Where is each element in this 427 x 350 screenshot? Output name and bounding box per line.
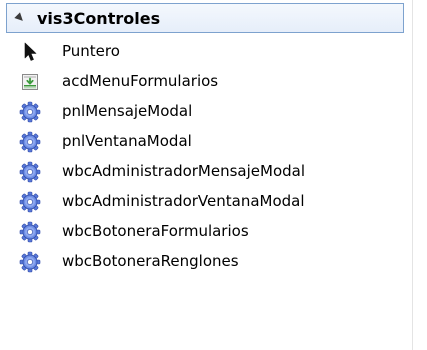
gear-icon	[19, 131, 41, 153]
toolbox-item-wbcbotoneraformularios[interactable]: wbcBotoneraFormularios	[0, 217, 427, 247]
toolbox-item-wbcadministradorventanamodal[interactable]: wbcAdministradorVentanaModal	[0, 187, 427, 217]
gear-icon	[19, 161, 41, 183]
toolbox-item-label: Puntero	[62, 42, 120, 60]
group-title: vis3Controles	[37, 8, 161, 28]
toolbox-item-pnlventanamodal[interactable]: pnlVentanaModal	[0, 127, 427, 157]
toolbox-item-label: wbcBotoneraRenglones	[62, 252, 239, 270]
toolbox-item-label: pnlMensajeModal	[62, 102, 193, 120]
toolbox-item-label: wbcBotoneraFormularios	[62, 222, 249, 240]
toolbox-item-label: pnlVentanaModal	[62, 132, 192, 150]
toolbox-item-puntero[interactable]: Puntero	[0, 37, 427, 67]
toolbox-item-label: wbcAdministradorMensajeModal	[62, 162, 306, 180]
toolbox-item-acdmenuformularios[interactable]: acdMenuFormularios	[0, 67, 427, 97]
toolbox-panel: vis3Controles Puntero acdMenuFormularios…	[0, 0, 427, 350]
gear-icon	[19, 101, 41, 123]
menu-form-icon	[19, 71, 41, 93]
gear-icon	[19, 191, 41, 213]
expanded-triangle-icon[interactable]	[14, 12, 26, 24]
gear-icon	[19, 221, 41, 243]
toolbox-item-list: Puntero acdMenuFormularios pnlMensajeMod…	[0, 37, 427, 277]
toolbox-item-pnlmensajemodal[interactable]: pnlMensajeModal	[0, 97, 427, 127]
toolbox-item-wbcbotonerarenglones[interactable]: wbcBotoneraRenglones	[0, 247, 427, 277]
toolbox-group-header[interactable]: vis3Controles	[6, 3, 404, 33]
gear-icon	[19, 251, 41, 273]
toolbox-item-wbcadministradormensajemodal[interactable]: wbcAdministradorMensajeModal	[0, 157, 427, 187]
toolbox-item-label: wbcAdministradorVentanaModal	[62, 192, 305, 210]
pointer-arrow-icon	[19, 41, 41, 63]
toolbox-item-label: acdMenuFormularios	[62, 72, 219, 90]
